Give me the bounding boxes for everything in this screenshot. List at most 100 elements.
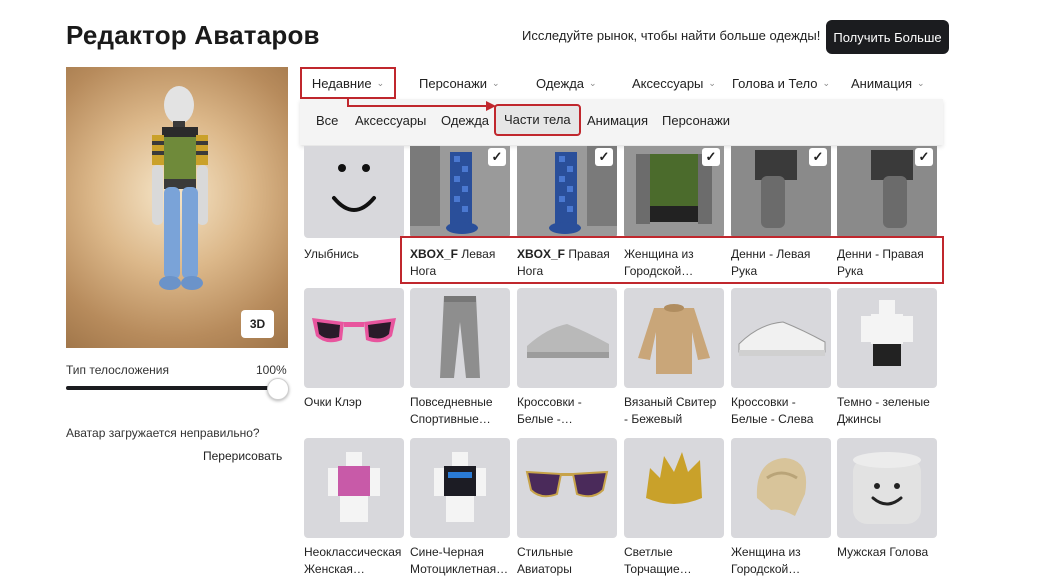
item-name-line2: Белые -…: [517, 412, 573, 426]
item-thumbnail: ✓: [517, 146, 617, 238]
subcategory-bar: Все Аксессуары Одежда Части тела Анимаци…: [300, 99, 943, 145]
item-name: Светлые Торчащие…: [624, 544, 728, 578]
item-name-line1: Кроссовки -: [517, 395, 582, 409]
smile-face-icon: [332, 164, 376, 212]
body-type-value: 100%: [256, 363, 287, 377]
item-name-line1: Сине-Черная: [410, 545, 484, 559]
tab-animation[interactable]: Анимация ⌄: [851, 67, 925, 99]
item-thumbnail: [304, 146, 404, 238]
list-item[interactable]: Женщина из Городской…: [731, 438, 831, 578]
item-name-line2: - Бежевый: [624, 412, 683, 426]
checkmark-icon: ✓: [915, 148, 933, 166]
item-name: Мужская Голова: [837, 544, 941, 561]
item-name: Кроссовки - Белые -…: [517, 394, 621, 428]
list-item[interactable]: Неоклассическая Женская…: [304, 438, 404, 578]
item-thumbnail: [517, 288, 617, 388]
item-name-line2: Торчащие…: [624, 562, 692, 576]
tab-recent[interactable]: Недавние ⌄: [300, 67, 396, 99]
tab-label: Одежда: [536, 75, 585, 91]
tab-head-body[interactable]: Голова и Тело ⌄: [732, 67, 830, 99]
item-thumbnail: ✓: [731, 146, 831, 238]
tab-accessories[interactable]: Аксессуары ⌄: [632, 67, 716, 99]
avatar-preview[interactable]: [66, 67, 288, 348]
checkmark-icon: ✓: [488, 148, 506, 166]
selected-items-highlight: [400, 236, 944, 284]
item-thumbnail: [731, 438, 831, 538]
item-name-line2: Женская…: [304, 562, 365, 576]
list-item[interactable]: Светлые Торчащие…: [624, 438, 724, 578]
item-name: Повседневные Спортивные…: [410, 394, 514, 428]
male-head-image: [853, 452, 921, 524]
list-item[interactable]: Мужская Голова: [837, 438, 937, 561]
list-item[interactable]: Темно - зеленые Джинсы: [837, 288, 937, 428]
female-outfit-image: [328, 452, 380, 522]
list-item[interactable]: Вязаный Свитер - Бежевый: [624, 288, 724, 428]
body-type-slider-track[interactable]: [66, 386, 278, 390]
item-name-line1: Очки Клэр: [304, 395, 362, 409]
subtab-characters[interactable]: Персонажи: [662, 113, 730, 128]
item-name-line2: Мотоциклетная…: [410, 562, 509, 576]
redraw-link[interactable]: Перерисовать: [203, 449, 282, 463]
list-item[interactable]: Стильные Авиаторы: [517, 438, 617, 578]
list-item[interactable]: Улыбнись: [304, 146, 404, 263]
item-thumbnail: [517, 438, 617, 538]
list-item[interactable]: Сине-Черная Мотоциклетная…: [410, 438, 510, 578]
market-hint: Исследуйте рынок, чтобы найти больше оде…: [522, 28, 821, 43]
chevron-down-icon: ⌄: [376, 77, 385, 88]
item-name-line1: Неоклассическая: [304, 545, 402, 559]
chevron-down-icon: ⌄: [589, 77, 597, 88]
tab-characters[interactable]: Персонажи ⌄: [419, 67, 500, 99]
chevron-down-icon: ⌄: [822, 77, 831, 88]
item-name-line1: Стильные: [517, 545, 574, 559]
item-name-line1: Улыбнись: [304, 247, 359, 261]
checkmark-icon: ✓: [702, 148, 720, 166]
subtab-all[interactable]: Все: [316, 113, 338, 128]
item-thumbnail: [837, 438, 937, 538]
item-thumbnail: [624, 288, 724, 388]
subtab-animation[interactable]: Анимация: [587, 113, 648, 128]
redraw-question: Аватар загружается неправильно?: [66, 426, 260, 440]
item-name-line2: Городской…: [731, 562, 801, 576]
subtab-accessories[interactable]: Аксессуары: [355, 113, 426, 128]
chevron-down-icon: ⌄: [492, 77, 500, 88]
tab-label: Голова и Тело: [732, 75, 818, 91]
item-thumbnail: [304, 288, 404, 388]
list-item[interactable]: Очки Клэр: [304, 288, 404, 411]
view-3d-button[interactable]: 3D: [241, 310, 274, 338]
jeans-avatar-image: [861, 300, 913, 366]
item-thumbnail: [624, 438, 724, 538]
item-thumbnail: [410, 288, 510, 388]
list-item[interactable]: Кроссовки - Белые -…: [517, 288, 617, 428]
item-name-line2: Белые - Слева: [731, 412, 814, 426]
item-name: Женщина из Городской…: [731, 544, 835, 578]
item-thumbnail: [731, 288, 831, 388]
item-thumbnail: ✓: [624, 146, 724, 238]
tab-label: Анимация: [851, 75, 913, 91]
list-item[interactable]: Кроссовки - Белые - Слева: [731, 288, 831, 428]
avatar-figure: [152, 86, 208, 290]
body-type-slider-thumb[interactable]: [267, 378, 289, 400]
item-name-line1: Темно - зеленые: [837, 395, 930, 409]
item-name: Улыбнись: [304, 246, 408, 263]
item-name: Сине-Черная Мотоциклетная…: [410, 544, 514, 578]
chevron-down-icon: ⌄: [708, 77, 716, 88]
item-name-line2: Авиаторы: [517, 562, 572, 576]
item-name-line1: Кроссовки -: [731, 395, 796, 409]
checkmark-icon: ✓: [595, 148, 613, 166]
get-more-button[interactable]: Получить Больше: [826, 20, 949, 54]
tab-clothing[interactable]: Одежда ⌄: [536, 67, 597, 99]
list-item[interactable]: Повседневные Спортивные…: [410, 288, 510, 428]
item-thumbnail: [410, 438, 510, 538]
item-name: Темно - зеленые Джинсы: [837, 394, 941, 428]
item-name-line1: Вязаный Свитер: [624, 395, 717, 409]
item-name-line1: Женщина из: [731, 545, 801, 559]
checkmark-icon: ✓: [809, 148, 827, 166]
subtab-body-parts[interactable]: Части тела: [494, 104, 581, 136]
category-tabs: Недавние ⌄ Персонажи ⌄ Одежда ⌄ Аксессуары ⌄…: [300, 67, 943, 99]
item-name: Очки Клэр: [304, 394, 408, 411]
item-thumbnail: ✓: [837, 146, 937, 238]
subtab-clothing[interactable]: Одежда: [441, 113, 489, 128]
item-name-line1: Повседневные: [410, 395, 493, 409]
item-name-line2: Джинсы: [837, 412, 882, 426]
aviator-glasses-image: [525, 470, 609, 498]
